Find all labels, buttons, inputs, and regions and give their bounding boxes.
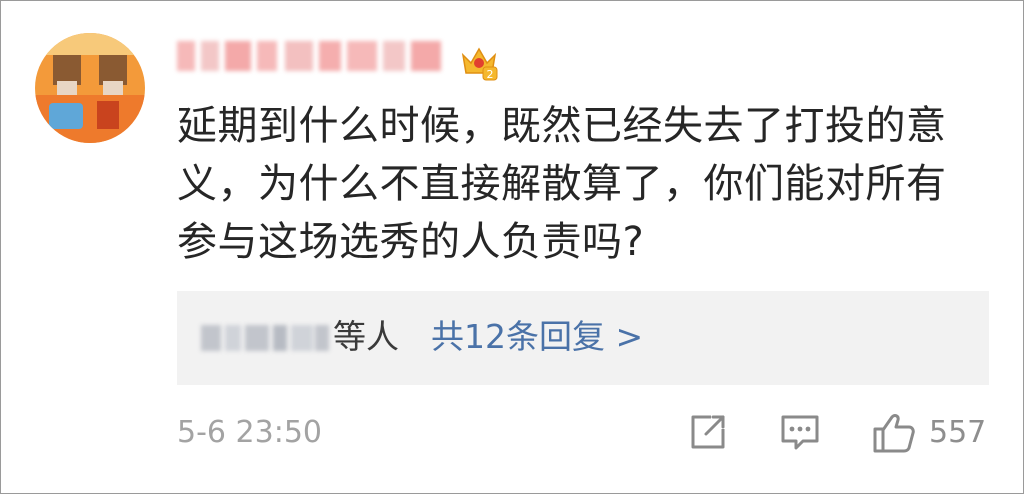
comment-text: 延期到什么时候，既然已经失去了打投的意义，为什么不直接解散算了，你们能对所有参与… bbox=[177, 103, 947, 265]
comment-timestamp: 5-6 23:50 bbox=[177, 415, 322, 450]
like-count: 557 bbox=[929, 415, 987, 450]
reply-user-obscured bbox=[201, 321, 331, 355]
thumbs-up-icon bbox=[873, 414, 915, 453]
svg-text:2: 2 bbox=[487, 68, 494, 81]
reply-summary[interactable]: 等人 共12条回复 > bbox=[177, 291, 989, 385]
comment-button[interactable] bbox=[779, 411, 821, 455]
reply-users-suffix: 等人 bbox=[333, 317, 399, 356]
view-replies-link[interactable]: 共12条回复 > bbox=[431, 315, 643, 359]
avatar[interactable] bbox=[35, 33, 145, 143]
share-icon bbox=[691, 415, 725, 449]
comment-card: 2 延期到什么时候，既然已经失去了打投的意义，为什么不直接解散算了，你们能对所有… bbox=[0, 0, 1024, 494]
vip-crown-badge-icon: 2 bbox=[459, 41, 499, 81]
username-obscured[interactable] bbox=[177, 35, 449, 75]
share-button[interactable] bbox=[687, 411, 729, 455]
like-button[interactable] bbox=[871, 411, 917, 455]
comment-icon bbox=[781, 415, 819, 450]
